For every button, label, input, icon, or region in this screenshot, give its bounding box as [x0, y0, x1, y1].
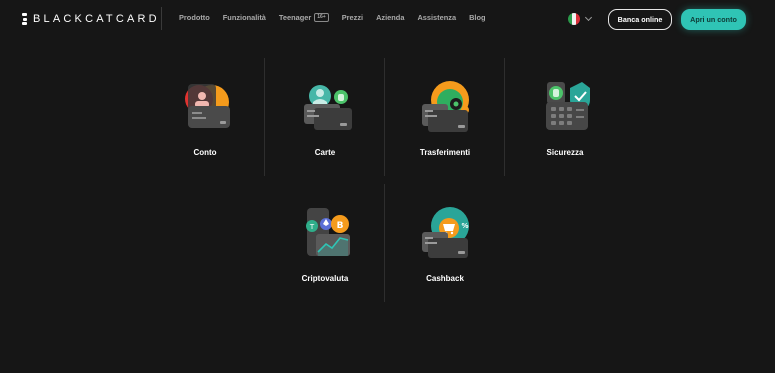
nav-label: Prodotto	[179, 13, 210, 22]
top-navigation-bar: BLACKCATCARD Prodotto Funzionalità Teena…	[0, 0, 775, 38]
main-nav: Prodotto Funzionalità Teenager 16+ Prezz…	[179, 13, 498, 22]
nav-label: Teenager	[278, 13, 312, 22]
nav-label: Prezzi	[341, 13, 364, 22]
online-banking-button[interactable]: Banca online	[608, 9, 672, 30]
svg-text:B: B	[337, 221, 344, 231]
nav-label: Azienda	[376, 13, 405, 22]
svg-text:%: %	[461, 222, 468, 230]
nav-item-assistenza[interactable]: Assistenza	[417, 13, 456, 22]
transfers-illustration-icon	[422, 81, 469, 132]
svg-text:T: T	[309, 223, 315, 231]
brand-name: BLACKCATCARD	[33, 13, 160, 25]
feature-label: Sicurezza	[546, 148, 584, 157]
nav-label: Funzionalità	[222, 13, 266, 22]
feature-label: Criptovaluta	[301, 274, 349, 283]
account-illustration-icon	[185, 84, 230, 128]
feature-conto[interactable]: Conto	[145, 60, 265, 178]
nav-item-teenager[interactable]: Teenager 16+	[279, 13, 329, 22]
language-selector[interactable]	[568, 13, 593, 25]
italian-flag-icon	[568, 13, 580, 25]
open-account-button[interactable]: Apri un conto	[681, 9, 746, 30]
cards-illustration-icon	[304, 85, 352, 130]
security-illustration-icon	[546, 82, 590, 130]
nav-item-blog[interactable]: Blog	[469, 13, 485, 22]
feature-trasferimenti[interactable]: Trasferimenti	[385, 60, 505, 178]
nav-label: Blog	[469, 13, 486, 22]
header-divider	[161, 7, 162, 30]
nav-item-prodotto[interactable]: Prodotto	[179, 13, 210, 22]
nav-item-azienda[interactable]: Azienda	[376, 13, 404, 22]
cashback-illustration-icon: %	[422, 207, 469, 258]
crypto-illustration-icon: T B	[306, 208, 350, 256]
feature-label: Trasferimenti	[419, 148, 471, 157]
nav-label: Assistenza	[417, 13, 457, 22]
chevron-down-icon	[584, 13, 593, 22]
feature-sicurezza[interactable]: Sicurezza	[505, 60, 625, 178]
feature-cashback[interactable]: % Cashback	[385, 186, 505, 304]
age-badge: 16+	[314, 13, 329, 22]
nav-item-prezzi[interactable]: Prezzi	[342, 13, 363, 22]
feature-label: Carte	[314, 148, 336, 157]
feature-criptovaluta[interactable]: T B Criptovaluta	[265, 186, 385, 304]
feature-carte[interactable]: Carte	[265, 60, 385, 178]
nav-item-funzionalita[interactable]: Funzionalità	[223, 13, 266, 22]
feature-label: Cashback	[426, 274, 464, 283]
brand-logo[interactable]: BLACKCATCARD	[22, 12, 160, 26]
logo-mark-icon	[22, 13, 27, 25]
feature-label: Conto	[193, 148, 217, 157]
